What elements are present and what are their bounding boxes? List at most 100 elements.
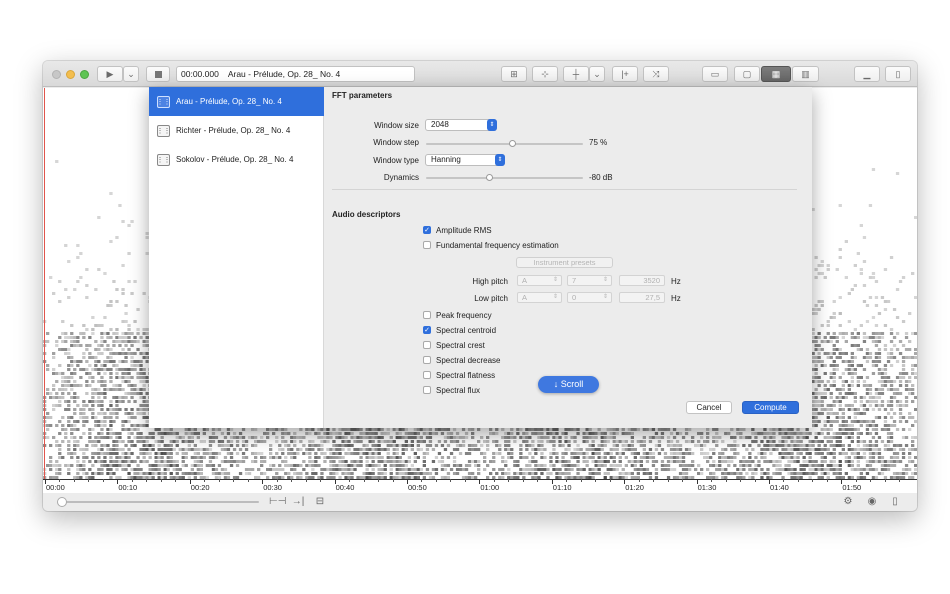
spectrogram-cell (82, 468, 86, 471)
spectrogram-cell (633, 456, 637, 459)
spectrogram-cell (148, 452, 152, 455)
spectrogram-cell (612, 440, 616, 443)
spectrogram-cell (383, 472, 387, 475)
close-window-button[interactable] (52, 70, 61, 79)
spectrogram-cell (377, 452, 381, 455)
add-marker-button[interactable]: ⊞ (501, 66, 527, 82)
spectrogram-cell (163, 460, 167, 463)
spectrogram-cell (474, 444, 478, 447)
spectrogram-cell (344, 468, 348, 471)
spectrogram-cell (97, 432, 101, 435)
spectrogram-cell (383, 432, 387, 435)
play-options-dropdown[interactable]: ⌄ (123, 66, 139, 82)
spectrogram-cell (124, 408, 128, 411)
spectrogram-cell (118, 436, 122, 439)
spectrogram-cell (666, 428, 671, 431)
spectrogram-cell (97, 392, 101, 395)
spectrogram-cell (61, 340, 65, 343)
spectrogram-cell (55, 440, 59, 443)
spectrogram-cell (449, 432, 454, 435)
spectrogram-cell (223, 444, 228, 447)
spectrogram-cell (103, 412, 107, 415)
spectrogram-cell (238, 472, 243, 475)
split-button[interactable]: |+ (612, 66, 638, 82)
spectrogram-cell (398, 468, 402, 471)
spectrogram-cell (510, 428, 514, 431)
spectrogram-cell (612, 448, 616, 451)
spectrogram-cell (118, 396, 122, 399)
spectrogram-cell (187, 448, 191, 451)
spectrogram-cell (359, 432, 363, 435)
spectrogram-cell (220, 440, 225, 443)
spectrogram-cell (555, 460, 559, 463)
spectrogram-cell (534, 472, 538, 475)
spectrogram-cell (353, 436, 357, 439)
spectrogram-cell (139, 336, 143, 339)
spectrogram-view-button[interactable]: ▦ (761, 66, 791, 82)
spectrogram-cell (368, 432, 372, 435)
spectrogram-cell (353, 452, 357, 455)
spectrogram-cell (130, 452, 134, 455)
spectrogram-cell (91, 392, 95, 395)
spectrogram-cell (645, 460, 650, 463)
minimize-window-button[interactable] (66, 70, 75, 79)
spectrogram-cell (513, 460, 517, 463)
spectrogram-cell (591, 460, 595, 463)
spectrogram-cell (133, 400, 137, 403)
spectrogram-cell (471, 472, 475, 475)
spectrogram-cell (522, 456, 526, 459)
spectrogram-cell (106, 432, 110, 435)
spectrogram-cell (97, 324, 101, 327)
spectrogram-cell (398, 444, 402, 447)
spectrogram-cell (525, 472, 529, 475)
spectrogram-cell (67, 368, 71, 371)
spectrogram-cell (395, 472, 399, 475)
spectrogram-cell (88, 468, 92, 471)
insert-button[interactable]: ⊹ (532, 66, 558, 82)
bottom-panel-toggle[interactable]: ▁ (854, 66, 880, 82)
spectrogram-cell (428, 472, 433, 475)
spectrogram-cell (377, 436, 381, 439)
spectrogram-cell (127, 416, 131, 419)
spectrogram-cell (67, 384, 71, 387)
spectrogram-cell (103, 340, 107, 343)
spectrogram-cell (187, 432, 191, 435)
waveform-view-button[interactable]: ▭ (702, 66, 728, 82)
spectrogram-cell (100, 472, 104, 475)
spectrogram-cell (70, 360, 74, 363)
align-button[interactable]: ⤨ (643, 66, 669, 82)
anchor-button[interactable]: ┼ (563, 66, 589, 82)
spectrogram-cell (338, 452, 342, 455)
spectrogram-cell (121, 372, 125, 375)
descriptors-view-button[interactable]: ▥ (792, 66, 819, 82)
spectrogram-cell (52, 352, 56, 355)
spectrogram-cell (606, 452, 610, 455)
spectrogram-cell (190, 456, 194, 459)
spectrogram-cell (392, 440, 396, 443)
spectrogram-cell (211, 464, 216, 467)
spectrogram-cell (477, 464, 481, 467)
spectrogram-cell (220, 468, 225, 471)
spectrogram-cell (353, 468, 357, 471)
spectrogram-cell (235, 436, 240, 439)
spectrogram-cell (666, 456, 671, 459)
spectrogram-cell (380, 456, 384, 459)
spectrogram-cell (73, 368, 77, 371)
spectrogram-cell (404, 468, 408, 471)
spectrogram-cell (263, 432, 267, 435)
spectrogram-cell (573, 448, 577, 451)
side-panel-toggle[interactable]: ▯ (885, 66, 911, 82)
spectrogram-cell (109, 436, 113, 439)
spectrogram-cell (603, 460, 607, 463)
spectrogram-cell (263, 472, 267, 475)
stop-button[interactable] (146, 66, 170, 82)
play-button[interactable]: ▶ (97, 66, 123, 82)
spectrogram-cell (175, 432, 179, 435)
anchor-options-dropdown[interactable]: ⌄ (589, 66, 605, 82)
spectrogram-cell (142, 448, 146, 451)
spectrogram-cell (79, 468, 83, 471)
maximize-window-button[interactable] (80, 70, 89, 79)
spectrogram-cell (118, 204, 122, 207)
spectrogram-cell (70, 456, 74, 459)
frame-view-button[interactable]: ▢ (734, 66, 760, 82)
